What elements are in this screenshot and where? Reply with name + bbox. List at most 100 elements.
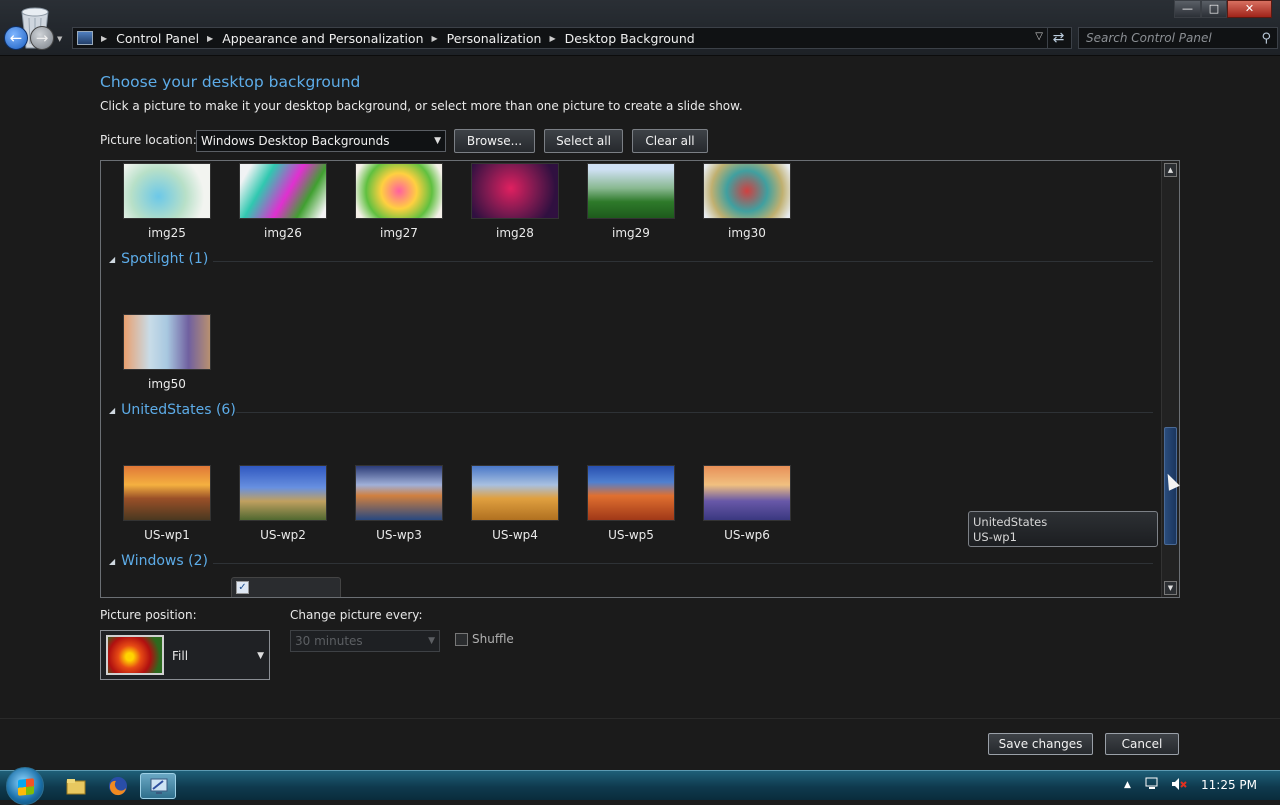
taskbar-explorer[interactable]: [58, 773, 94, 799]
firefox-icon: [109, 777, 127, 796]
save-changes-button[interactable]: Save changes: [988, 733, 1093, 755]
group-label: Windows (2): [121, 553, 208, 569]
show-hidden-icons[interactable]: ▲: [1124, 780, 1131, 790]
address-dropdown-icon[interactable]: ▽: [1035, 31, 1043, 42]
address-bar[interactable]: ▶ Control Panel ▶ Appearance and Persona…: [72, 27, 1072, 49]
wallpaper-caption: img50: [148, 377, 186, 391]
chevron-right-icon[interactable]: ▶: [549, 34, 555, 43]
wallpaper-gallery[interactable]: img25 img26 img27 img28 img29 img30 ◢ Sp…: [100, 160, 1180, 598]
wallpaper-caption: img27: [380, 226, 418, 240]
wallpaper-caption: img25: [148, 226, 186, 240]
collapse-icon[interactable]: ◢: [109, 255, 115, 264]
wallpaper-thumbnail[interactable]: [123, 465, 211, 521]
wallpaper-caption: img30: [728, 226, 766, 240]
wallpaper-caption: US-wp3: [376, 528, 422, 542]
shuffle-checkbox[interactable]: Shuffle: [455, 632, 514, 646]
chevron-down-icon: ▼: [434, 136, 441, 146]
wallpaper-thumbnail[interactable]: [239, 465, 327, 521]
picture-location-select[interactable]: Windows Desktop Backgrounds ▼: [196, 130, 446, 152]
wallpaper-caption: US-wp5: [608, 528, 654, 542]
change-interval-select[interactable]: 30 minutes ▼: [290, 630, 440, 652]
wallpaper-caption: US-wp4: [492, 528, 538, 542]
search-input[interactable]: Search Control Panel ⚲: [1078, 27, 1278, 49]
change-interval-value: 30 minutes: [295, 634, 363, 648]
speaker-muted-icon[interactable]: [1170, 776, 1188, 795]
clock[interactable]: 11:25 PM: [1201, 778, 1257, 792]
position-preview-image: [106, 635, 164, 675]
search-placeholder: Search Control Panel: [1086, 31, 1212, 45]
control-panel-window: ← → ▼ ▶ Control Panel ▶ Appearance and P…: [0, 0, 1280, 770]
wallpaper-thumbnail[interactable]: [355, 163, 443, 219]
wallpaper-caption: US-wp6: [724, 528, 770, 542]
wallpaper-caption: img26: [264, 226, 302, 240]
chevron-down-icon: ▼: [428, 636, 435, 646]
taskbar-firefox[interactable]: [100, 773, 136, 799]
picture-position-select[interactable]: Fill ▼: [100, 630, 270, 680]
wallpaper-thumbnail[interactable]: [471, 465, 559, 521]
wallpaper-thumbnail[interactable]: [123, 314, 211, 370]
tooltip-line-2: US-wp1: [973, 530, 1017, 544]
breadcrumb-appearance[interactable]: Appearance and Personalization: [222, 31, 423, 46]
browse-button[interactable]: Browse...: [454, 129, 535, 153]
window-controls: — □ ✕: [1174, 0, 1272, 18]
chevron-right-icon[interactable]: ▶: [207, 34, 213, 43]
scroll-down-icon[interactable]: ▼: [1164, 581, 1177, 595]
wallpaper-thumbnail[interactable]: [123, 163, 211, 219]
tooltip: UnitedStates US-wp1: [968, 511, 1158, 547]
wallpaper-caption: US-wp1: [144, 528, 190, 542]
chevron-right-icon[interactable]: ▶: [432, 34, 438, 43]
picture-position-value: Fill: [172, 649, 189, 663]
group-header-unitedstates[interactable]: ◢ UnitedStates (6): [109, 402, 236, 418]
vertical-scrollbar[interactable]: ▲ ▼: [1161, 161, 1179, 597]
refresh-icon[interactable]: ⇄: [1047, 28, 1069, 48]
group-label: UnitedStates (6): [121, 402, 236, 418]
checkbox-unchecked-icon[interactable]: [455, 632, 468, 646]
scroll-up-icon[interactable]: ▲: [1164, 163, 1177, 177]
tooltip-line-1: UnitedStates: [973, 515, 1048, 529]
breadcrumb-personalization[interactable]: Personalization: [447, 31, 542, 46]
maximize-button[interactable]: □: [1201, 0, 1227, 18]
forward-icon[interactable]: →: [30, 26, 54, 50]
collapse-icon[interactable]: ◢: [109, 406, 115, 415]
wallpaper-caption: img28: [496, 226, 534, 240]
wallpaper-thumbnail[interactable]: [471, 163, 559, 219]
cancel-button[interactable]: Cancel: [1105, 733, 1179, 755]
group-header-spotlight[interactable]: ◢ Spotlight (1): [109, 251, 208, 267]
collapse-icon[interactable]: ◢: [109, 557, 115, 566]
breadcrumb-control-panel[interactable]: Control Panel: [116, 31, 199, 46]
windows-logo-icon: [18, 778, 34, 796]
group-header-windows[interactable]: ◢ Windows (2): [109, 553, 208, 569]
footer-divider: [0, 718, 1280, 719]
checkbox-checked-icon[interactable]: ✓: [236, 581, 249, 594]
network-icon[interactable]: [1145, 776, 1161, 795]
monitor-icon: [150, 778, 168, 794]
recent-pages-dropdown[interactable]: ▼: [57, 35, 62, 43]
wallpaper-thumbnail[interactable]: [703, 163, 791, 219]
start-button[interactable]: [6, 767, 44, 805]
wallpaper-thumbnail[interactable]: [355, 465, 443, 521]
wallpaper-thumbnail[interactable]: [587, 465, 675, 521]
select-all-button[interactable]: Select all: [544, 129, 623, 153]
wallpaper-thumbnail[interactable]: [703, 465, 791, 521]
picture-location-label: Picture location:: [100, 133, 197, 147]
picture-position-label: Picture position:: [100, 608, 197, 622]
control-panel-icon: [77, 31, 93, 45]
breadcrumb-desktop-background[interactable]: Desktop Background: [565, 31, 695, 46]
search-icon[interactable]: ⚲: [1261, 29, 1271, 49]
wallpaper-thumbnail[interactable]: [239, 163, 327, 219]
shuffle-label: Shuffle: [472, 632, 514, 646]
back-icon[interactable]: ←: [4, 26, 28, 50]
group-divider: [213, 563, 1153, 564]
minimize-button[interactable]: —: [1174, 0, 1201, 18]
taskbar: ▲ 11:25 PM: [0, 767, 1280, 805]
picture-location-value: Windows Desktop Backgrounds: [201, 134, 390, 148]
taskbar-control-panel[interactable]: [140, 773, 176, 799]
group-divider: [213, 261, 1153, 262]
clear-all-button[interactable]: Clear all: [632, 129, 708, 153]
wallpaper-thumbnail-partial[interactable]: ✓: [231, 577, 341, 597]
chevron-right-icon[interactable]: ▶: [101, 34, 107, 43]
wallpaper-thumbnail[interactable]: [587, 163, 675, 219]
close-button[interactable]: ✕: [1227, 0, 1272, 18]
change-picture-label: Change picture every:: [290, 608, 423, 622]
title-bar: ← → ▼ ▶ Control Panel ▶ Appearance and P…: [0, 0, 1280, 56]
